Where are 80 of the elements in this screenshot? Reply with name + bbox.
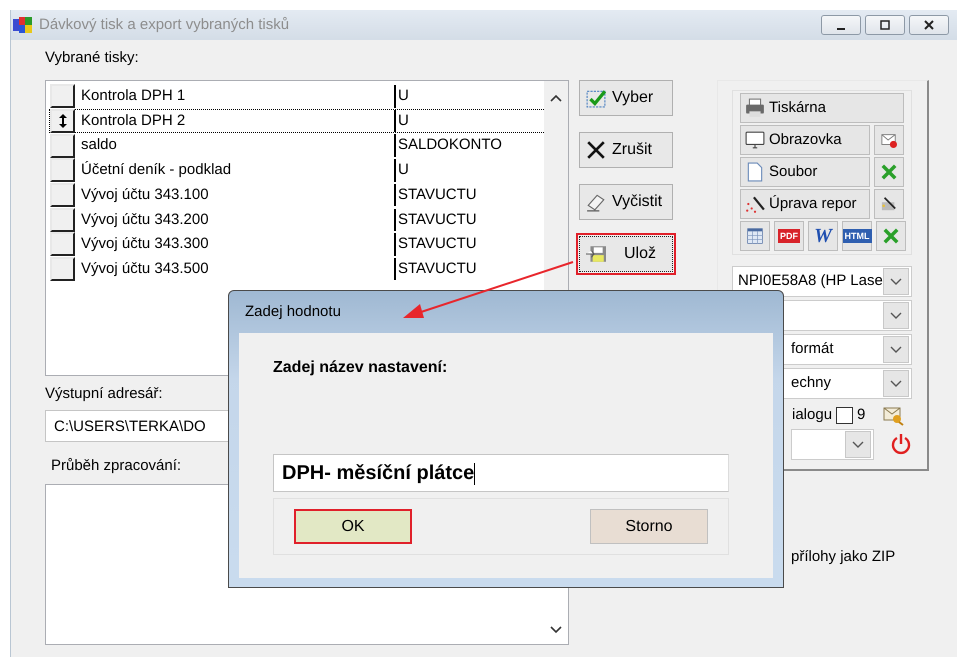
- word-label: W: [814, 224, 832, 249]
- table-cell: STAVUCTU: [394, 208, 539, 232]
- output-button[interactable]: Úprava repor: [740, 189, 870, 219]
- dropdown[interactable]: NPI0E58A8 (HP Lase: [732, 266, 912, 297]
- window-title: Dávkový tisk a export vybraných tisků: [39, 14, 290, 35]
- close-icon: [922, 19, 936, 31]
- eraser-icon: [586, 192, 606, 212]
- table-cell-text: Kontrola DPH 1: [80, 86, 186, 106]
- close-button[interactable]: [909, 15, 949, 35]
- pdf-export-button[interactable]: PDF: [774, 221, 804, 251]
- row-selector[interactable]: [50, 183, 75, 208]
- table-cell: STAVUCTU: [394, 184, 539, 206]
- row-selector[interactable]: [50, 109, 75, 134]
- row-pointer-icon: [58, 113, 68, 130]
- checkbox-label: ialogu: [792, 405, 832, 426]
- table-cell: SALDOKONTO: [394, 134, 539, 157]
- power-icon[interactable]: [890, 432, 912, 455]
- table-cell: STAVUCTU: [394, 258, 539, 280]
- dropdown-caret-icon: [889, 345, 903, 354]
- row-selector[interactable]: [50, 84, 75, 108]
- table-cell-text: Vývoj účtu 343.100: [80, 184, 210, 205]
- maximize-icon: [878, 19, 892, 31]
- row-selector[interactable]: [50, 158, 75, 182]
- cross-icon: [586, 140, 606, 160]
- field-label: Výstupní adresář:: [45, 384, 164, 404]
- dropdown-caret-icon: [851, 440, 865, 448]
- output-button[interactable]: Soubor: [740, 157, 870, 187]
- count-label: 9: [857, 405, 866, 426]
- word-export-button[interactable]: W: [808, 221, 838, 251]
- row-selector[interactable]: [50, 232, 75, 256]
- table-cell: U: [394, 159, 539, 182]
- checkbox[interactable]: [836, 406, 854, 424]
- row-selector[interactable]: [50, 257, 75, 282]
- app-icon: [13, 16, 33, 34]
- dialog-prompt: Zadej název nastavení:: [273, 358, 448, 378]
- list-label: Vybrané tisky:: [45, 48, 140, 68]
- ok-button[interactable]: OK: [294, 509, 412, 544]
- table-cell-text: Účetní deník - podklad: [80, 160, 232, 180]
- output-button[interactable]: Obrazovka: [740, 125, 870, 155]
- document-icon: [745, 162, 765, 182]
- spreadsheet-icon: [883, 226, 899, 246]
- check-icon: [586, 88, 606, 108]
- dropdown-caret-icon: [889, 311, 903, 320]
- spreadsheet-icon: [881, 162, 897, 182]
- edit-tools-button[interactable]: [874, 189, 904, 219]
- html-label: HTML: [842, 229, 872, 243]
- html-export-button[interactable]: HTML: [842, 221, 872, 251]
- action-button[interactable]: Vyber: [579, 80, 673, 116]
- monitor-icon: [745, 130, 765, 150]
- row-selector[interactable]: [50, 208, 75, 232]
- maximize-button[interactable]: [865, 15, 905, 35]
- action-button[interactable]: Zrušit: [579, 132, 673, 168]
- dropdown-caret-icon: [889, 379, 903, 388]
- pdf-label: PDF: [778, 229, 800, 243]
- dialog-title: Zadej hodnotu: [244, 302, 342, 322]
- table-cell-text: Vývoj účtu 343.300: [80, 234, 210, 254]
- dropdown-caret-icon: [889, 277, 903, 286]
- section-label: Průběh zpracování:: [51, 456, 182, 476]
- row-selector[interactable]: [50, 134, 75, 158]
- printer-icon: [745, 98, 765, 118]
- minimize-icon: [837, 28, 845, 30]
- disk-icon: [586, 244, 606, 264]
- table-cell: STAVUCTU: [394, 233, 539, 256]
- table-cell-text: Kontrola DPH 2: [80, 110, 186, 131]
- action-button[interactable]: Vyčistit: [579, 184, 673, 220]
- cancel-button[interactable]: Storno: [590, 509, 708, 544]
- scroll-down-icon[interactable]: [550, 626, 562, 634]
- table-export-button[interactable]: [740, 221, 770, 251]
- table-cell-text: Vývoj účtu 343.200: [80, 210, 210, 230]
- scroll-up-icon[interactable]: [550, 94, 562, 102]
- table-cell: U: [394, 110, 539, 132]
- table-cell-text: saldo: [80, 135, 118, 156]
- action-button[interactable]: Ulož: [579, 236, 673, 272]
- table-cell-text: Vývoj účtu 343.500: [80, 258, 210, 279]
- magic-wand-icon: [745, 194, 765, 214]
- zip-option-label: přílohy jako ZIP: [790, 547, 896, 567]
- email-button[interactable]: [874, 125, 904, 155]
- table-cell: U: [394, 85, 539, 108]
- printer-button[interactable]: Tiskárna: [740, 93, 904, 123]
- name-input-field[interactable]: DPH- měsíční plátce: [273, 454, 729, 492]
